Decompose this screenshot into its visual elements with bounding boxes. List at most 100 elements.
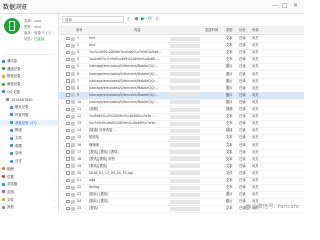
cell-type: 文本 bbox=[226, 114, 233, 119]
browser-icon bbox=[2, 182, 5, 186]
row-checkbox[interactable] bbox=[66, 150, 70, 154]
redacted-block bbox=[170, 199, 200, 204]
cell-type: 文本 bbox=[226, 156, 233, 161]
sidebar-item[interactable]: 消息记录 (47) bbox=[0, 119, 58, 126]
sidebar-item[interactable]: 其他 › bbox=[0, 204, 58, 210]
redacted-block bbox=[170, 50, 200, 55]
row-checkbox[interactable] bbox=[66, 57, 70, 62]
cell-content: /storage/emulated/0/tencent/MobileQQ/... bbox=[89, 78, 158, 83]
cell-type: 文本 bbox=[226, 206, 233, 211]
cell-source: 对方 bbox=[252, 107, 259, 111]
row-checkbox[interactable] bbox=[66, 107, 70, 111]
sidebar-item[interactable]: 通话记录 › bbox=[0, 66, 58, 72]
prev-icon[interactable]: ◀ bbox=[134, 16, 138, 23]
maximize-button[interactable]: □ bbox=[282, 2, 288, 10]
sidebar-item[interactable]: 短信记录 › bbox=[0, 73, 58, 79]
redacted-block bbox=[170, 86, 200, 91]
minimize-button[interactable]: — bbox=[272, 2, 278, 10]
row-checkbox[interactable] bbox=[66, 192, 70, 197]
sidebar-item[interactable]: 通讯录 › bbox=[0, 58, 58, 64]
search-input[interactable] bbox=[62, 16, 124, 23]
sidebar-item[interactable]: 收藏 bbox=[0, 143, 58, 149]
row-checkbox[interactable] bbox=[66, 143, 70, 147]
export-icon[interactable]: ⇩ bbox=[155, 16, 159, 23]
row-checkbox[interactable] bbox=[66, 199, 70, 204]
row-checkbox[interactable] bbox=[66, 64, 70, 69]
row-checkbox[interactable] bbox=[66, 206, 70, 211]
cell-no: 24 bbox=[77, 199, 82, 204]
row-checkbox[interactable] bbox=[66, 128, 70, 133]
row-checkbox[interactable] bbox=[66, 171, 70, 175]
sidebar-item[interactable]: QQ 记录 ⌄ bbox=[0, 89, 58, 95]
sidebar-item[interactable]: 位置 › bbox=[0, 174, 58, 180]
sidebar-item[interactable]: 微信记录 › bbox=[0, 81, 58, 87]
expand-arrow-icon[interactable]: › bbox=[54, 66, 55, 72]
sidebar-item[interactable]: 聊天记录 bbox=[0, 104, 58, 110]
cell-status: 已读 bbox=[239, 170, 246, 175]
cell-no: 18 bbox=[77, 156, 82, 161]
expand-arrow-icon[interactable]: › bbox=[54, 189, 55, 195]
column-header-source[interactable]: 来源 bbox=[252, 27, 259, 34]
row-checkbox[interactable] bbox=[66, 79, 70, 83]
sidebar-item[interactable]: 日志 bbox=[0, 158, 58, 164]
row-checkbox[interactable] bbox=[66, 43, 70, 48]
column-header-content[interactable]: 内容 bbox=[134, 27, 141, 34]
sidebar-item[interactable]: 空间 bbox=[0, 150, 58, 156]
play-icon[interactable]: ▶ bbox=[141, 16, 145, 23]
sidebar-item[interactable]: 1234567890 bbox=[0, 97, 58, 103]
sidebar-item[interactable]: 浏览器 › bbox=[0, 181, 58, 187]
row-checkbox[interactable] bbox=[66, 93, 70, 97]
cell-type: 链接 bbox=[226, 128, 233, 133]
expand-arrow-icon[interactable]: › bbox=[54, 73, 55, 79]
row-checkbox[interactable] bbox=[66, 185, 70, 190]
row-checkbox[interactable] bbox=[66, 72, 70, 76]
row-checkbox[interactable] bbox=[66, 178, 70, 182]
column-header-status[interactable]: 状态 bbox=[239, 27, 246, 34]
expand-arrow-icon[interactable]: › bbox=[54, 204, 55, 210]
row-checkbox[interactable] bbox=[66, 86, 70, 90]
cell-content: fgfdsg bbox=[89, 185, 100, 190]
expand-arrow-icon[interactable]: › bbox=[54, 197, 55, 203]
cell-type: 图片 bbox=[226, 99, 233, 104]
expand-arrow-icon[interactable]: › bbox=[54, 58, 55, 64]
row-checkbox[interactable] bbox=[66, 157, 70, 161]
sidebar-item-label: 文件 bbox=[15, 136, 22, 140]
message-type-icon bbox=[71, 93, 75, 98]
refresh-icon[interactable]: ⟳ bbox=[148, 16, 152, 23]
row-checkbox[interactable] bbox=[66, 36, 70, 40]
sidebar-item[interactable]: 文件 › bbox=[0, 197, 58, 203]
expand-arrow-icon[interactable]: › bbox=[54, 181, 55, 187]
column-header-type[interactable]: 类型 bbox=[226, 27, 233, 34]
chat-icon bbox=[10, 105, 13, 109]
message-type-icon bbox=[71, 143, 75, 147]
sidebar-item[interactable]: 应用 › bbox=[0, 189, 58, 195]
contacts-icon bbox=[2, 59, 5, 63]
message-icon bbox=[10, 121, 13, 125]
cell-no: 20 bbox=[77, 170, 82, 175]
expand-arrow-icon[interactable]: › bbox=[54, 166, 55, 172]
cell-source: 对方 bbox=[252, 178, 259, 182]
row-checkbox[interactable] bbox=[66, 100, 70, 104]
expand-arrow-icon[interactable]: › bbox=[54, 81, 55, 87]
cell-content: [表情][表情] bbox=[89, 163, 108, 168]
row-checkbox[interactable] bbox=[66, 50, 70, 55]
sidebar-item-label: 微信记录 bbox=[7, 82, 21, 87]
column-header-no[interactable]: 序号 bbox=[76, 27, 83, 34]
cell-no: 4 bbox=[77, 57, 80, 62]
row-checkbox[interactable] bbox=[66, 121, 70, 126]
close-button[interactable]: ✕ bbox=[293, 2, 298, 10]
row-checkbox[interactable] bbox=[66, 164, 70, 168]
sidebar-item[interactable]: 相册 › bbox=[0, 166, 58, 172]
sidebar-item[interactable]: 好友列表 bbox=[0, 112, 58, 118]
expand-arrow-icon[interactable]: ⌄ bbox=[52, 89, 55, 95]
row-checkbox[interactable] bbox=[66, 135, 70, 140]
sidebar-item[interactable]: 群组 bbox=[0, 127, 58, 133]
redacted-block bbox=[170, 150, 200, 155]
sidebar-item[interactable]: 文件 bbox=[0, 135, 58, 141]
column-header-time[interactable]: 发送时间 bbox=[205, 27, 218, 34]
row-checkbox[interactable] bbox=[66, 114, 70, 119]
expand-arrow-icon[interactable]: › bbox=[54, 174, 55, 180]
message-type-icon bbox=[71, 135, 75, 140]
cell-no: 1 bbox=[77, 36, 80, 40]
search-icon[interactable]: ⌕ bbox=[127, 16, 130, 23]
